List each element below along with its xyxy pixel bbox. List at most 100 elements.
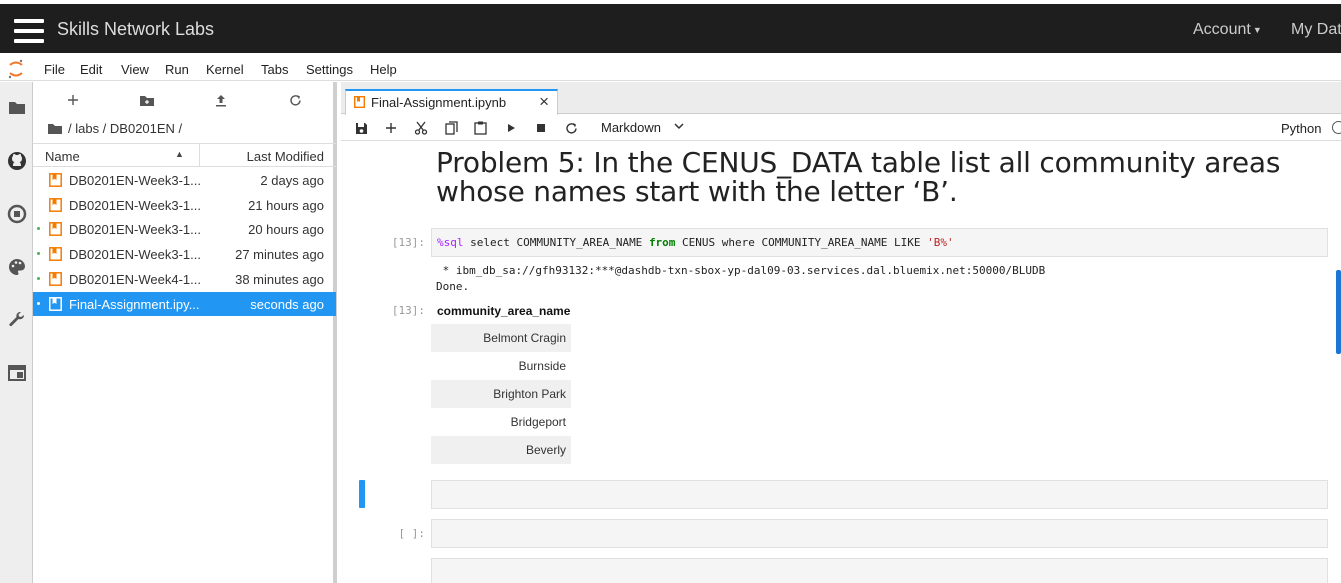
table-cell: Brighton Park: [493, 387, 566, 401]
new-launcher-button[interactable]: [64, 91, 82, 109]
file-modified: 20 hours ago: [248, 222, 324, 238]
table-row: Belmont Cragin: [431, 324, 571, 352]
file-row[interactable]: DB0201EN-Week4-1... 38 minutes ago: [33, 267, 336, 291]
file-modified: 21 hours ago: [248, 197, 324, 213]
run-icon[interactable]: [503, 120, 519, 136]
notebook-icon: [49, 247, 62, 262]
stdout-done: Done.: [436, 280, 470, 293]
tab-final-assignment[interactable]: Final-Assignment.ipynb ×: [345, 89, 558, 115]
stop-icon[interactable]: [533, 120, 549, 136]
brand-title[interactable]: Skills Network Labs: [57, 19, 214, 40]
menu-kernel[interactable]: Kernel: [206, 62, 244, 77]
code-text: select COMMUNITY_AREA_NAME: [463, 236, 649, 249]
sql-magic: %sql: [437, 236, 464, 249]
table-row: Brighton Park: [431, 380, 571, 408]
cell-type-select[interactable]: Markdown: [601, 120, 661, 135]
code-keyword: from: [648, 236, 676, 249]
github-icon[interactable]: [6, 150, 27, 171]
column-name-header[interactable]: Name: [45, 149, 80, 164]
new-folder-button[interactable]: [138, 91, 156, 109]
menu-help[interactable]: Help: [370, 62, 397, 77]
account-label: Account: [1193, 21, 1251, 38]
empty-code-cell[interactable]: [431, 558, 1328, 583]
table-row: Beverly: [431, 436, 571, 464]
active-cell-indicator: [359, 480, 365, 508]
code-cell-editor[interactable]: %sql select COMMUNITY_AREA_NAME from CEN…: [431, 228, 1328, 257]
insert-cell-icon[interactable]: [383, 120, 399, 136]
active-empty-cell[interactable]: [431, 480, 1328, 509]
kernel-status-icon: [1332, 121, 1341, 134]
file-modified: 2 days ago: [260, 173, 324, 188]
save-icon[interactable]: [353, 120, 369, 136]
empty-code-cell[interactable]: [431, 519, 1328, 548]
file-row[interactable]: DB0201EN-Week3-1... 2 days ago: [33, 168, 336, 192]
jupyter-logo-icon: [8, 59, 23, 79]
paste-icon[interactable]: [472, 120, 488, 136]
kernel-name[interactable]: Python: [1281, 121, 1321, 136]
table-cell: Burnside: [518, 359, 566, 373]
column-divider: [199, 144, 200, 167]
close-icon[interactable]: ×: [539, 92, 549, 112]
tabs-icon[interactable]: [6, 362, 27, 383]
file-name: DB0201EN-Week4-1...: [69, 271, 201, 287]
file-row[interactable]: DB0201EN-Week3-1... 21 hours ago: [33, 193, 336, 217]
file-name: DB0201EN-Week3-1...: [69, 173, 201, 188]
markdown-heading: Problem 5: In the CENUS_DATA table list …: [436, 146, 1281, 208]
file-modified: 38 minutes ago: [235, 271, 324, 287]
input-prompt: [13]:: [391, 236, 425, 249]
running-indicator: [37, 301, 40, 305]
menu-run[interactable]: Run: [165, 62, 189, 77]
palette-icon[interactable]: [6, 256, 27, 277]
file-browser-panel: / labs / DB0201EN / Name ▲ Last Modified…: [33, 82, 337, 583]
input-prompt: [ ]:: [398, 527, 426, 540]
notebook-toolbar: Markdown Python: [341, 115, 1341, 141]
copy-icon[interactable]: [443, 120, 459, 136]
stop-circle-icon[interactable]: [6, 203, 27, 224]
menu-tabs[interactable]: Tabs: [261, 62, 288, 77]
scrollbar-thumb[interactable]: [1336, 270, 1341, 354]
table-row: Bridgeport: [431, 408, 571, 436]
wrench-icon[interactable]: [6, 309, 27, 330]
code-text: CENUS where COMMUNITY_AREA_NAME LIKE: [675, 236, 928, 249]
hamburger-menu-icon[interactable]: [14, 19, 44, 43]
menu-edit[interactable]: Edit: [80, 62, 102, 77]
notebook-icon: [49, 222, 62, 237]
table-cell: Bridgeport: [510, 415, 566, 429]
account-menu[interactable]: Account ▼: [1193, 21, 1262, 39]
notebook-icon: [49, 271, 62, 286]
breadcrumb-path[interactable]: / labs / DB0201EN /: [68, 121, 182, 136]
notebook-icon: [49, 173, 62, 187]
caret-down-icon: ▼: [1252, 24, 1262, 35]
restart-icon[interactable]: [563, 120, 579, 136]
file-row[interactable]: Final-Assignment.ipy... seconds ago: [33, 291, 336, 316]
tab-label: Final-Assignment.ipynb: [371, 95, 507, 110]
file-list-header: Name ▲ Last Modified: [33, 143, 336, 167]
running-indicator: [37, 227, 40, 231]
main-dock-area: Final-Assignment.ipynb × Markdown Python…: [341, 82, 1341, 583]
menu-file[interactable]: File: [44, 62, 65, 77]
cut-icon[interactable]: [413, 120, 429, 136]
notebook-icon: [49, 296, 62, 311]
file-modified: seconds ago: [250, 296, 324, 312]
menu-view[interactable]: View: [121, 62, 149, 77]
notebook-content[interactable]: Problem 5: In the CENUS_DATA table list …: [341, 142, 1341, 583]
menu-settings[interactable]: Settings: [306, 62, 353, 77]
tab-bar: Final-Assignment.ipynb ×: [341, 82, 1341, 115]
folder-icon[interactable]: [48, 123, 62, 134]
sort-ascending-icon: ▲: [175, 149, 184, 159]
running-indicator: [37, 276, 40, 280]
stdout-connection: * ibm_db_sa://gfh93132:***@dashdb-txn-sb…: [436, 264, 1046, 277]
notebook-icon: [354, 96, 365, 108]
column-modified-header[interactable]: Last Modified: [247, 149, 324, 164]
upload-button[interactable]: [212, 91, 230, 109]
my-data-menu[interactable]: My Dat: [1291, 21, 1341, 39]
file-row[interactable]: DB0201EN-Week3-1... 20 hours ago: [33, 217, 336, 241]
table-row: Burnside: [431, 352, 571, 380]
table-cell: Beverly: [525, 443, 566, 457]
refresh-button[interactable]: [286, 91, 304, 109]
chevron-down-icon[interactable]: [674, 123, 684, 130]
code-string: 'B%': [927, 236, 954, 249]
file-row[interactable]: DB0201EN-Week3-1... 27 minutes ago: [33, 242, 336, 266]
file-name: DB0201EN-Week3-1...: [69, 222, 201, 238]
folder-icon[interactable]: [6, 97, 27, 118]
